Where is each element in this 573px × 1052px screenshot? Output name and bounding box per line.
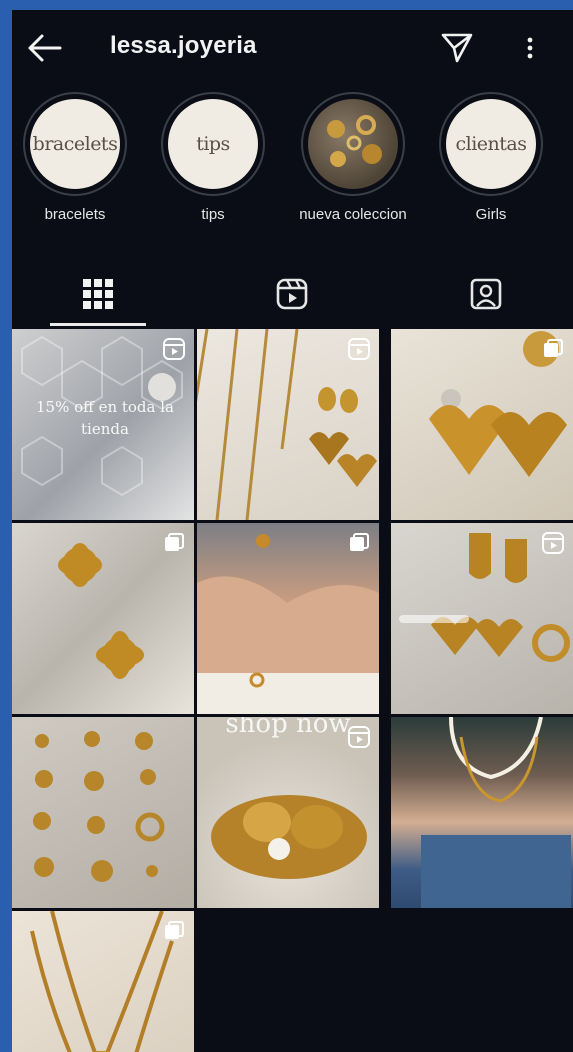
profile-username: lessa.joyeria — [110, 32, 257, 59]
highlight-cover: clientas — [446, 99, 536, 189]
highlight-cover: tips — [168, 99, 258, 189]
post-overlay-text: 15% off en toda la tienda — [36, 398, 174, 438]
reel-badge-icon — [348, 338, 370, 360]
post-thumbnail[interactable] — [391, 717, 573, 908]
highlight-label: Girls — [475, 206, 507, 223]
highlight-label: nueva coleccion — [299, 206, 407, 223]
tagged-icon — [470, 278, 502, 310]
story-highlights: bracelets bracelets tips tips nueva cole… — [12, 92, 573, 242]
profile-tabs — [12, 265, 573, 327]
more-options-icon[interactable] — [520, 32, 540, 64]
highlight-tips[interactable]: tips tips — [148, 92, 278, 223]
necklace-model-icon — [421, 717, 571, 908]
top-bar: lessa.joyeria — [12, 10, 573, 82]
reel-badge-icon — [348, 726, 370, 748]
post-thumbnail[interactable]: shop now — [197, 717, 379, 908]
tab-reels[interactable] — [244, 265, 340, 327]
tab-posts[interactable] — [50, 265, 146, 327]
highlight-cover: bracelets — [30, 99, 120, 189]
carousel-badge-icon — [544, 339, 563, 357]
reel-badge-icon — [542, 532, 564, 554]
highlight-bracelets[interactable]: bracelets bracelets — [12, 92, 140, 223]
jewelry-photo-icon — [327, 115, 382, 167]
highlight-girls[interactable]: clientas Girls — [426, 92, 556, 223]
send-icon[interactable] — [440, 30, 474, 64]
post-thumbnail[interactable] — [197, 329, 379, 520]
reels-icon — [276, 278, 308, 310]
highlight-label: bracelets — [44, 206, 106, 223]
post-thumbnail[interactable]: 15% off en toda la tienda — [12, 329, 194, 520]
reel-badge-icon — [163, 338, 185, 360]
earring-collection-icon — [33, 731, 165, 882]
grid-icon — [83, 279, 113, 309]
highlight-cover-photo — [308, 99, 398, 189]
highlight-label: tips — [201, 206, 225, 223]
post-thumbnail[interactable] — [391, 329, 573, 520]
carousel-badge-icon — [165, 921, 184, 939]
tab-tagged[interactable] — [438, 265, 534, 327]
instagram-profile-screen: lessa.joyeria bracelets bracelets tips t… — [12, 10, 573, 1052]
carousel-badge-icon — [350, 533, 369, 551]
post-thumbnail[interactable] — [391, 523, 573, 714]
post-thumbnail[interactable] — [12, 717, 194, 908]
back-arrow-icon[interactable] — [26, 32, 62, 64]
post-thumbnail[interactable] — [197, 523, 379, 714]
highlight-nueva-coleccion[interactable]: nueva coleccion — [288, 92, 418, 223]
carousel-badge-icon — [165, 533, 184, 551]
active-tab-indicator — [50, 323, 146, 326]
post-thumbnail[interactable] — [12, 523, 194, 714]
post-thumbnail[interactable] — [12, 911, 194, 1052]
